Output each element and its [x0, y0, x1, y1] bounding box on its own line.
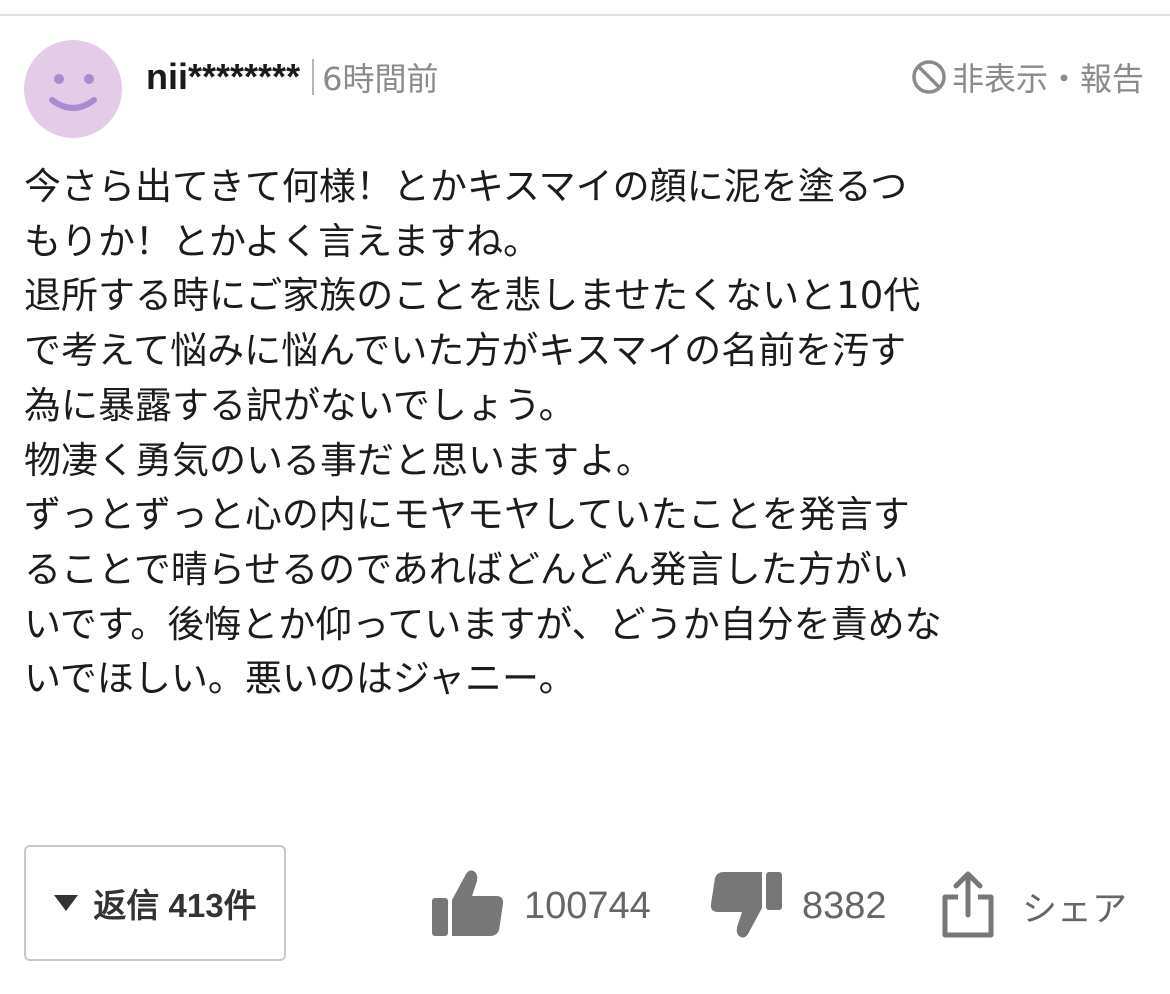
comment-line: で考えて悩みに悩んでいた方がキスマイの名前を汚す — [24, 329, 907, 373]
username[interactable]: nii******** — [146, 56, 300, 98]
hide-report-link[interactable]: 非表示・報告 — [910, 52, 1144, 102]
timestamp: 6時間前 — [322, 60, 439, 98]
dislike-button[interactable]: 8382 — [708, 868, 887, 944]
comment-line: いでほしい。悪いのはジャニー。 — [24, 657, 576, 701]
thumbs-down-icon — [708, 868, 784, 944]
reply-label: 返信 413件 — [93, 887, 257, 924]
like-count: 100744 — [524, 884, 651, 927]
comment-line: もりか！とかよく言えますね。 — [24, 219, 541, 263]
share-icon — [940, 869, 996, 943]
comment-line: 退所する時にご家族のことを悲しませたくないと10代 — [24, 274, 921, 318]
comment-line: ることで晴らせるのであればどんどん発言した方がい — [24, 547, 909, 591]
comment-line: 今さら出てきて何様！とかキスマイの顔に泥を塗るつ — [24, 165, 908, 208]
comment-header: nii******** 6時間前 — [146, 52, 438, 102]
share-button[interactable]: シェア — [940, 868, 1127, 944]
dislike-count: 8382 — [802, 884, 887, 927]
user-avatar[interactable] — [24, 40, 122, 138]
header-separator — [312, 59, 315, 95]
smiley-face-icon — [49, 74, 97, 111]
reply-toggle-button[interactable]: 返信 413件 — [24, 845, 286, 961]
like-button[interactable]: 100744 — [430, 868, 651, 944]
comment-line: 為に暴露する訳がないでしょう。 — [24, 383, 576, 427]
comment-line: ずっとずっと心の内にモヤモヤしていたことを発言す — [24, 493, 910, 537]
hide-report-label: 非表示・報告 — [951, 60, 1144, 98]
comment-body: 今さら出てきて何様！とかキスマイの顔に泥を塗るつ もりか！とかよく言えますね。 … — [24, 160, 1154, 707]
triangle-down-icon — [53, 893, 79, 913]
thumbs-up-icon — [430, 868, 506, 944]
top-divider — [0, 14, 1170, 16]
ban-icon — [910, 58, 948, 96]
share-label: シェア — [1022, 889, 1128, 930]
comment-line: 物凄く勇気のいる事だと思いますよ。 — [24, 438, 653, 482]
comment-line: いです。後悔とか仰っていますが、どうか自分を責めな — [24, 602, 942, 646]
